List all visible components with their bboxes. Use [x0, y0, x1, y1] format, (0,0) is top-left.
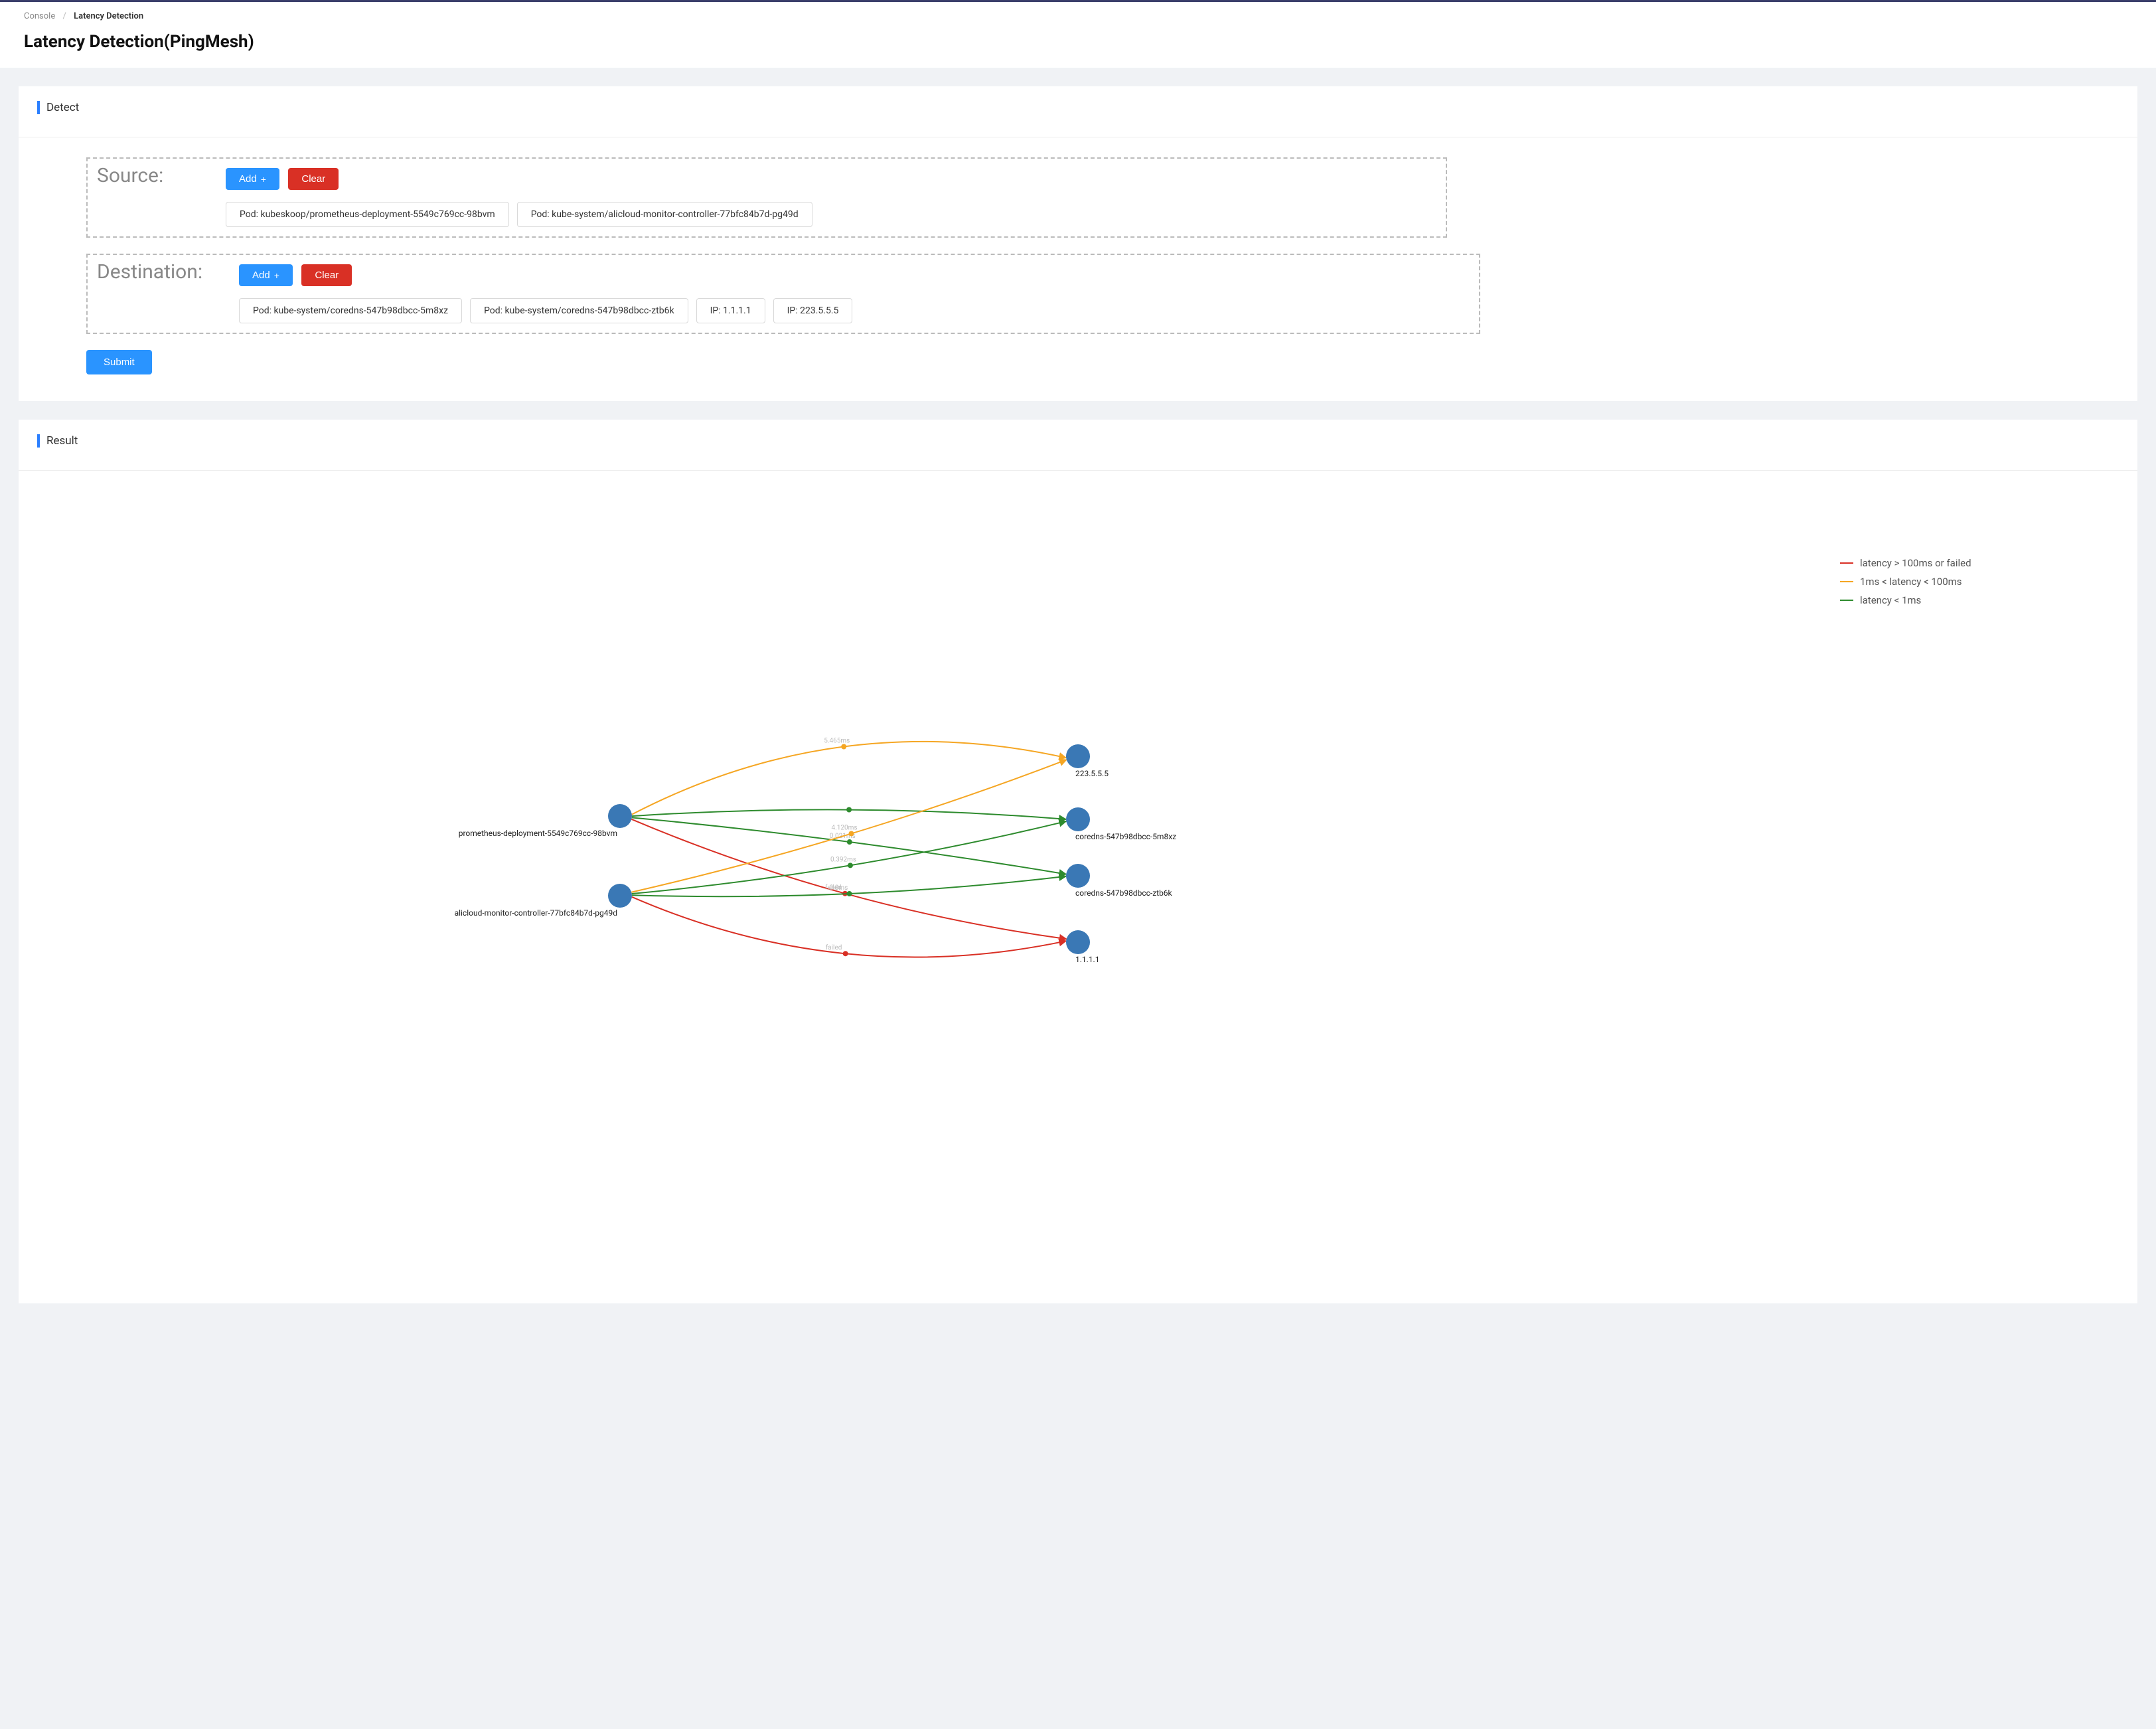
graph-edge[interactable]	[632, 742, 1066, 815]
destination-clear-label: Clear	[315, 270, 339, 281]
edge-label: failed	[826, 944, 842, 951]
result-section-title: Result	[37, 434, 2119, 448]
detect-section-title: Detect	[37, 101, 2119, 114]
submit-button[interactable]: Submit	[86, 350, 152, 374]
destination-add-button[interactable]: Add +	[239, 264, 293, 286]
source-clear-button[interactable]: Clear	[288, 168, 339, 190]
destination-box: Destination: Add + Clear Pod: kube-syste…	[86, 254, 1480, 334]
chip[interactable]: Pod: kubeskoop/prometheus-deployment-554…	[226, 202, 509, 227]
source-label: Source:	[97, 164, 216, 187]
graph-edge[interactable]	[632, 897, 1066, 957]
graph-node[interactable]: coredns-547b98dbcc-ztb6k	[1066, 864, 1173, 898]
edge-label: 5.465ms	[824, 738, 850, 745]
destination-chip-row: Pod: kube-system/coredns-547b98dbcc-5m8x…	[239, 298, 1470, 323]
breadcrumb-current: Latency Detection	[74, 11, 143, 21]
edge-midpoint	[843, 951, 848, 956]
chip[interactable]: IP: 223.5.5.5	[773, 298, 853, 323]
source-add-button[interactable]: Add +	[226, 168, 279, 190]
legend-item: 1ms < latency < 100ms	[1840, 576, 2119, 588]
page-title: Latency Detection(PingMesh)	[24, 32, 2132, 52]
chip[interactable]: IP: 1.1.1.1	[696, 298, 765, 323]
source-chip-row: Pod: kubeskoop/prometheus-deployment-554…	[226, 202, 1436, 227]
graph-node-label: alicloud-monitor-controller-77bfc84b7d-p…	[455, 908, 617, 918]
detect-card: Detect Source: Add + Clear Pod: ku	[19, 86, 2137, 401]
graph-node-label: 1.1.1.1	[1075, 955, 1099, 964]
graph-node-label: coredns-547b98dbcc-ztb6k	[1075, 888, 1173, 898]
graph-node[interactable]: 1.1.1.1	[1066, 930, 1099, 964]
graph-node[interactable]: prometheus-deployment-5549c769cc-98bvm	[459, 804, 632, 838]
edge-midpoint	[841, 744, 846, 750]
graph-node-label: coredns-547b98dbcc-5m8xz	[1075, 832, 1176, 841]
graph-area[interactable]: 5.465ms0.021msfailed4.120ms0.392ms0.0msf…	[37, 517, 1813, 1250]
destination-clear-button[interactable]: Clear	[301, 264, 352, 286]
source-box: Source: Add + Clear Pod: kubeskoop/prome…	[86, 157, 1447, 238]
content: Detect Source: Add + Clear Pod: ku	[0, 68, 2156, 1341]
graph-node[interactable]: 223.5.5.5	[1066, 744, 1109, 778]
edge-midpoint	[846, 807, 852, 813]
plus-icon: +	[261, 174, 266, 185]
graph-node[interactable]: alicloud-monitor-controller-77bfc84b7d-p…	[455, 884, 632, 918]
edge-label: 4.120ms	[831, 824, 857, 831]
edge-midpoint	[847, 839, 852, 845]
graph-node[interactable]: coredns-547b98dbcc-5m8xz	[1066, 807, 1176, 841]
topbar: Console / Latency Detection Latency Dete…	[0, 0, 2156, 68]
legend-label: latency < 1ms	[1860, 594, 1921, 606]
edge-midpoint	[848, 863, 853, 868]
legend-dash	[1840, 581, 1853, 582]
legend-dash	[1840, 600, 1853, 601]
result-card: Result 5.465ms0.02	[19, 420, 2137, 1303]
chip[interactable]: Pod: kube-system/coredns-547b98dbcc-ztb6…	[470, 298, 688, 323]
legend-label: 1ms < latency < 100ms	[1860, 576, 1962, 588]
destination-label: Destination:	[97, 260, 230, 284]
breadcrumb: Console / Latency Detection	[24, 11, 2132, 21]
legend-item: latency < 1ms	[1840, 594, 2119, 606]
legend-item: latency > 100ms or failed	[1840, 557, 2119, 569]
legend-label: latency > 100ms or failed	[1860, 557, 1971, 569]
graph-node-label: prometheus-deployment-5549c769cc-98bvm	[459, 829, 617, 838]
source-clear-label: Clear	[301, 173, 325, 185]
edge-label: 0.0ms	[830, 884, 848, 892]
divider	[19, 470, 2137, 471]
chip[interactable]: Pod: kube-system/coredns-547b98dbcc-5m8x…	[239, 298, 462, 323]
legend: latency > 100ms or failed 1ms < latency <…	[1840, 517, 2119, 1250]
destination-add-label: Add	[252, 270, 270, 281]
edge-midpoint	[847, 891, 852, 896]
source-add-label: Add	[239, 173, 257, 185]
graph-node-label: 223.5.5.5	[1075, 769, 1109, 778]
legend-dash	[1840, 562, 1853, 564]
plus-icon: +	[274, 270, 279, 281]
latency-graph[interactable]: 5.465ms0.021msfailed4.120ms0.392ms0.0msf…	[37, 517, 1813, 1248]
chip[interactable]: Pod: kube-system/alicloud-monitor-contro…	[517, 202, 812, 227]
edge-midpoint	[848, 831, 854, 836]
edge-label: 0.392ms	[830, 856, 856, 863]
breadcrumb-separator: /	[62, 11, 66, 21]
breadcrumb-root[interactable]: Console	[24, 11, 55, 21]
